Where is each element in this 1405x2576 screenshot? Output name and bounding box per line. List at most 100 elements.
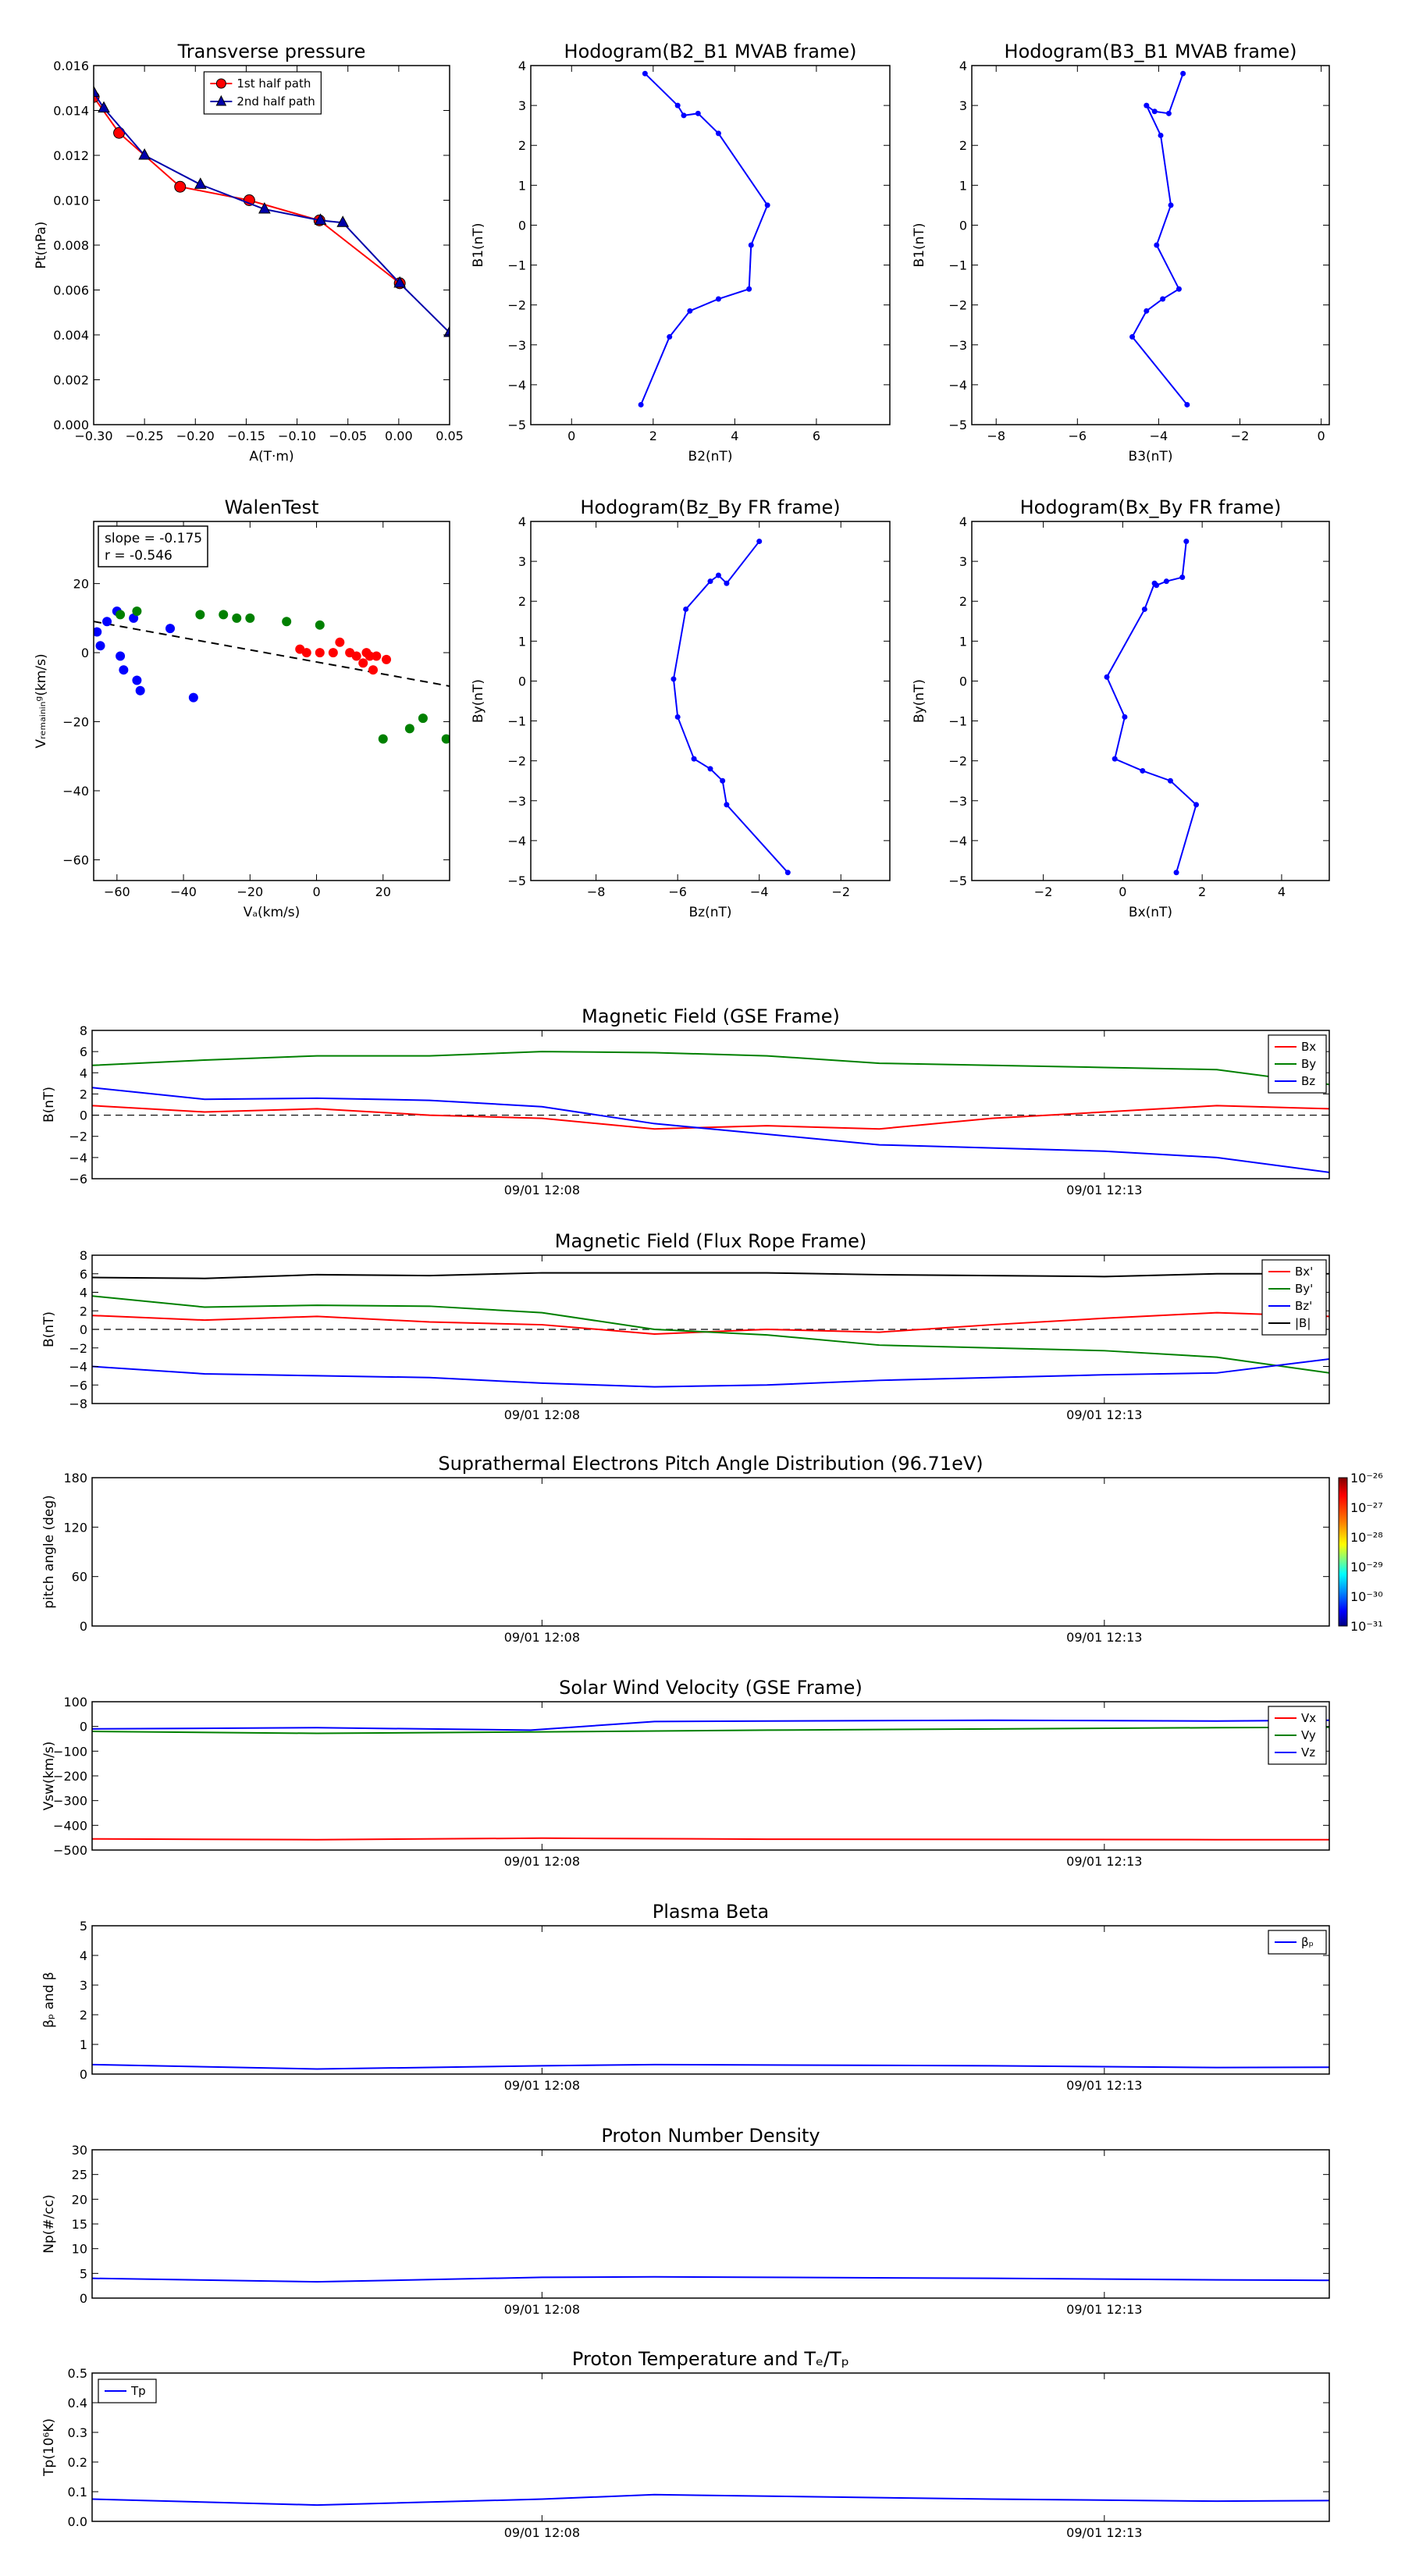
y-tick-label: −3 xyxy=(507,794,526,809)
data-point xyxy=(667,334,673,340)
x-tick-label: 2 xyxy=(1198,884,1206,899)
y-tick-label: −5 xyxy=(948,418,967,432)
x-tick-label: −0.05 xyxy=(329,429,367,443)
x-tick-label: 0 xyxy=(1317,429,1325,443)
y-tick-label: 8 xyxy=(80,1248,87,1263)
data-point xyxy=(315,648,325,658)
y-tick-label: 0 xyxy=(518,674,526,688)
data-point xyxy=(232,613,242,623)
data-point xyxy=(674,102,681,109)
chart-title: Proton Temperature and Tₑ/Tₚ xyxy=(572,2348,849,2370)
data-point xyxy=(1141,606,1147,612)
data-point xyxy=(764,202,770,208)
y-tick-label: 2 xyxy=(959,138,967,153)
y-tick-label: 2 xyxy=(80,2008,87,2023)
data-point xyxy=(1168,202,1174,208)
y-tick-label: −6 xyxy=(69,1172,87,1187)
y-tick-label: 0 xyxy=(959,218,967,233)
y-tick-label: −4 xyxy=(507,378,526,393)
x-tick-label: 09/01 12:08 xyxy=(504,2078,580,2093)
data-point xyxy=(315,620,325,630)
legend-label: 1st half path xyxy=(237,76,311,91)
y-tick-label: 3 xyxy=(518,98,526,113)
data-point xyxy=(1180,70,1186,76)
data-point xyxy=(1176,286,1182,292)
y-tick-label: −4 xyxy=(948,834,967,849)
data-point xyxy=(174,180,187,193)
data-point xyxy=(188,692,198,703)
y-tick-label: 100 xyxy=(63,1695,87,1710)
annotation-text: slope = -0.175 xyxy=(105,531,202,546)
data-point xyxy=(1179,575,1186,581)
data-point xyxy=(670,676,677,682)
x-tick-label: −2 xyxy=(1034,884,1053,899)
y-axis-label: By(nT) xyxy=(471,679,486,723)
data-point xyxy=(165,624,176,634)
y-tick-label: 0.2 xyxy=(68,2455,87,2470)
data-point xyxy=(1154,242,1160,248)
chart-title: Solar Wind Velocity (GSE Frame) xyxy=(559,1677,863,1699)
y-tick-label: −2 xyxy=(948,298,967,313)
data-point xyxy=(219,610,229,620)
y-axis-label: B(nT) xyxy=(41,1311,57,1347)
x-tick-label: 09/01 12:13 xyxy=(1066,1407,1142,1422)
y-tick-label: 4 xyxy=(80,1948,87,1963)
y-tick-label: 15 xyxy=(72,2217,87,2232)
y-axis-label: Vsw(km/s) xyxy=(41,1742,57,1811)
y-tick-label: 2 xyxy=(518,594,526,609)
y-tick-label: 0 xyxy=(80,2291,87,2306)
y-tick-label: 0.1 xyxy=(68,2485,87,2500)
x-axis-label: B2(nT) xyxy=(688,449,733,464)
y-tick-label: 0 xyxy=(80,1108,87,1123)
y-tick-label: 0 xyxy=(80,1619,87,1634)
y-tick-label: −40 xyxy=(62,784,89,799)
y-tick-label: −2 xyxy=(507,298,526,313)
chart-title: Hodogram(Bx_By FR frame) xyxy=(1020,496,1282,518)
chart-title: Suprathermal Electrons Pitch Angle Distr… xyxy=(438,1453,983,1475)
data-point xyxy=(1165,110,1172,116)
y-tick-label: −500 xyxy=(53,1843,87,1858)
chart-title: Plasma Beta xyxy=(653,1901,769,1923)
y-tick-label: −3 xyxy=(507,338,526,353)
legend-label: Bx xyxy=(1301,1040,1316,1054)
y-tick-label: 20 xyxy=(73,577,89,592)
legend-label: By xyxy=(1301,1057,1316,1071)
x-tick-label: 09/01 12:13 xyxy=(1066,2302,1142,2317)
data-point xyxy=(116,651,126,661)
x-tick-label: 20 xyxy=(375,884,391,899)
y-tick-label: 0.006 xyxy=(53,283,89,298)
data-point xyxy=(683,606,689,612)
data-point xyxy=(132,607,142,616)
data-point xyxy=(382,654,392,664)
y-tick-label: 0.002 xyxy=(53,373,89,388)
y-tick-label: −1 xyxy=(948,258,967,273)
y-tick-label: 4 xyxy=(959,59,967,73)
y-tick-label: 1 xyxy=(80,2037,87,2052)
y-tick-label: −4 xyxy=(507,834,526,849)
data-point xyxy=(1158,132,1164,138)
chart-title: Magnetic Field (Flux Rope Frame) xyxy=(555,1230,866,1252)
chart-title: Transverse pressure xyxy=(177,41,366,62)
x-tick-label: 09/01 12:13 xyxy=(1066,1854,1142,1869)
data-point xyxy=(1122,713,1128,720)
x-axis-label: Vₐ(km/s) xyxy=(244,905,301,920)
data-point xyxy=(372,651,382,661)
y-tick-label: −300 xyxy=(53,1794,87,1809)
x-tick-label: 6 xyxy=(813,429,820,443)
legend-label: Vy xyxy=(1301,1728,1316,1742)
x-tick-label: −2 xyxy=(831,884,850,899)
y-tick-label: 2 xyxy=(518,138,526,153)
y-tick-label: 0 xyxy=(80,1720,87,1735)
y-tick-label: −60 xyxy=(62,852,89,867)
x-tick-label: −4 xyxy=(1150,429,1168,443)
y-axis-label: By(nT) xyxy=(912,679,927,723)
data-point xyxy=(245,613,255,623)
y-axis-label: Np(#/cc) xyxy=(41,2194,57,2253)
x-tick-label: 0.00 xyxy=(385,429,413,443)
data-point xyxy=(1184,401,1190,407)
legend-label: Bx' xyxy=(1295,1265,1313,1279)
y-tick-label: 0.004 xyxy=(53,328,89,343)
x-tick-label: 09/01 12:13 xyxy=(1066,2078,1142,2093)
data-point xyxy=(102,617,112,627)
chart-title: Hodogram(B2_B1 MVAB frame) xyxy=(564,41,857,62)
